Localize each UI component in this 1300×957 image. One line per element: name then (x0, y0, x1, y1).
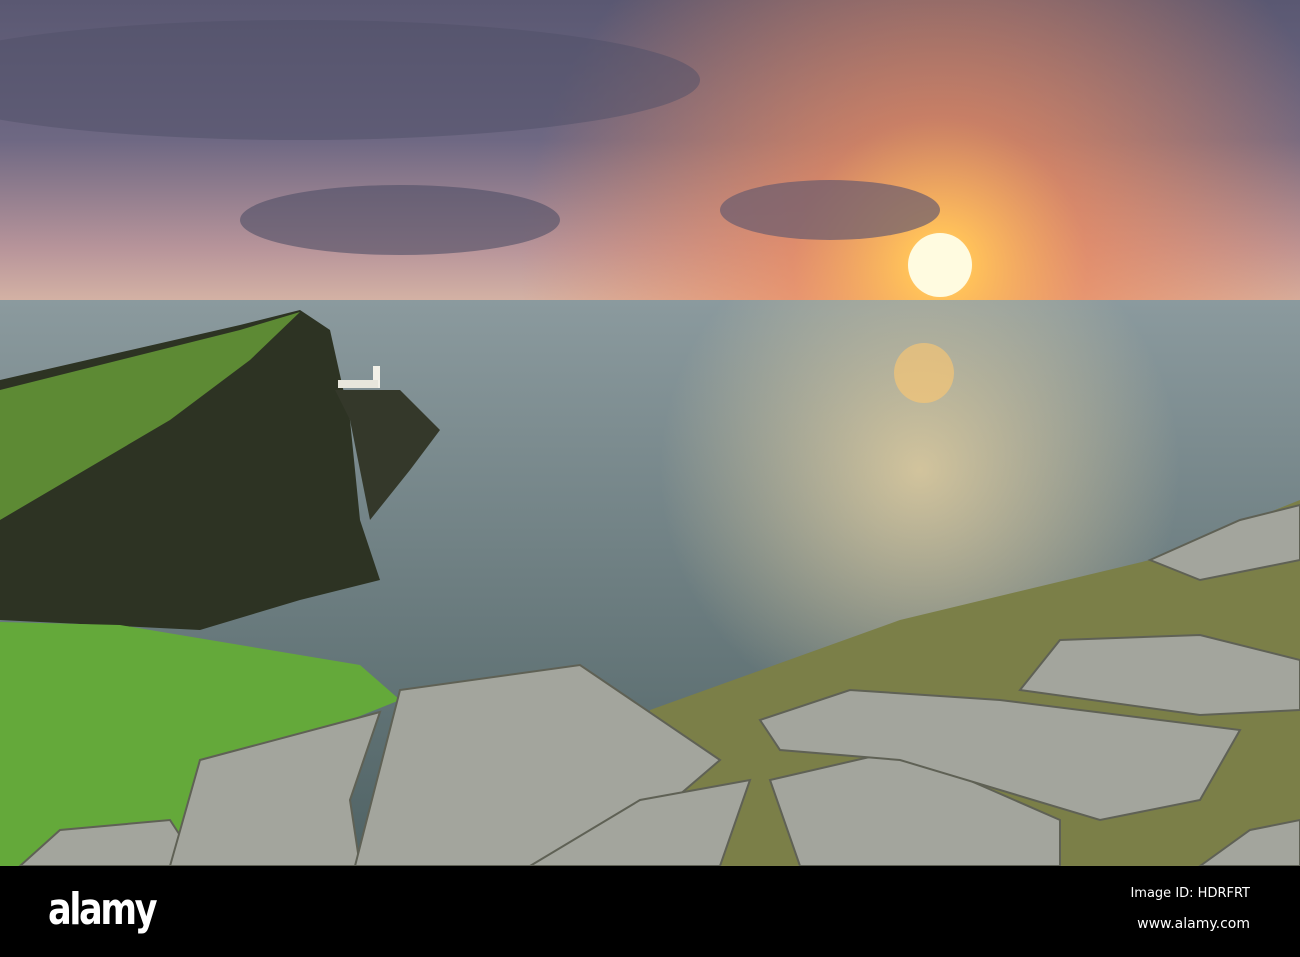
website-link[interactable]: www.alamy.com (1137, 916, 1250, 932)
sun (908, 233, 972, 297)
cloud (720, 180, 940, 240)
lens-flare (894, 343, 954, 403)
image-id: Image ID: HDRFRT (1130, 886, 1250, 901)
landscape-photo (0, 0, 1300, 866)
image-frame: alamy Image ID: HDRFRT www.alamy.com (0, 0, 1300, 957)
footer-bar: alamy Image ID: HDRFRT www.alamy.com (0, 866, 1300, 957)
alamy-logo: alamy (48, 884, 158, 935)
